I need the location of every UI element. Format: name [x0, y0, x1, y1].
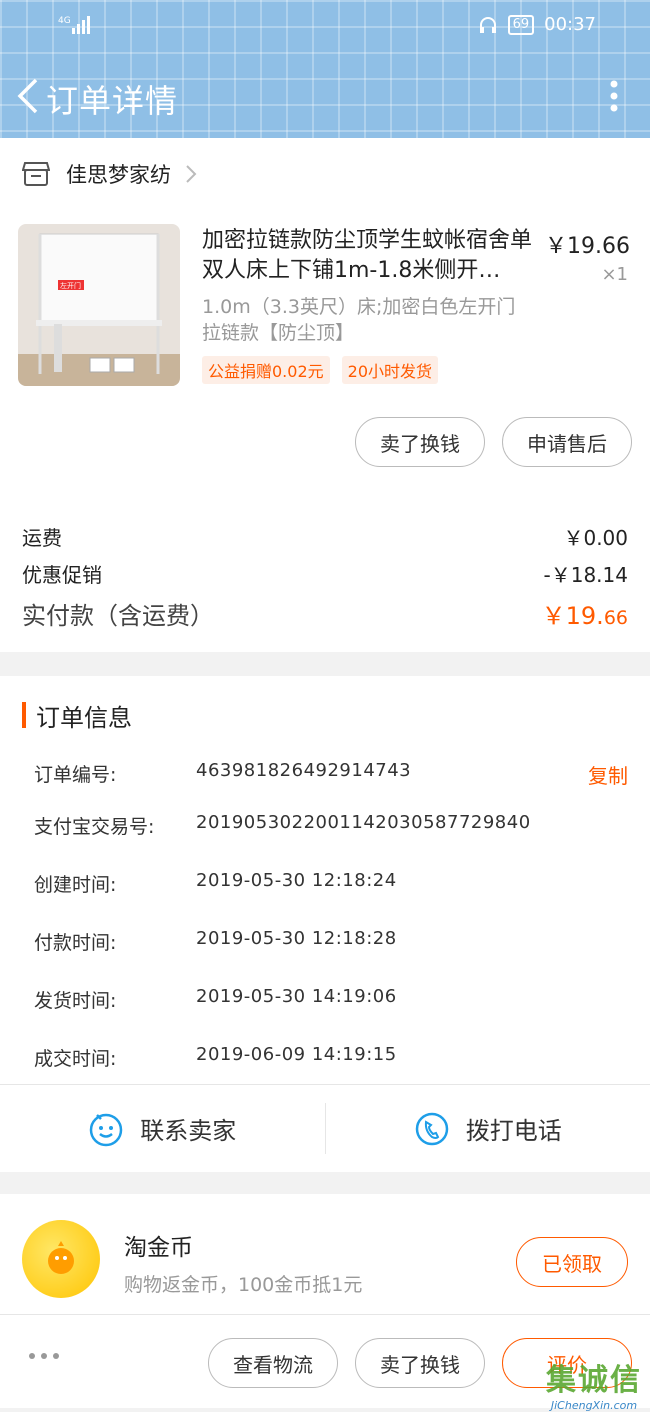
call-button[interactable]: 拨打电话 [326, 1085, 650, 1172]
product-price: ￥19.66 [545, 228, 630, 260]
shipping-value: ￥0.00 [563, 522, 628, 551]
accent-bar [22, 702, 26, 728]
headphones-icon [478, 16, 498, 34]
info-row-paid: 付款时间: 2019-05-30 12:18:28 [34, 928, 628, 958]
info-row-order-id: 订单编号: 463981826492914743 复制 [34, 760, 628, 790]
chat-icon [88, 1111, 124, 1147]
total-value: ￥19.66 [542, 596, 628, 631]
status-bar: 4G 69 00:37 [0, 12, 650, 40]
total-label: 实付款（含运费） [22, 596, 214, 631]
store-icon [22, 161, 50, 187]
shipping-label: 运费 [22, 522, 62, 551]
battery-indicator: 69 [508, 15, 535, 35]
bottom-action-bar: 查看物流 卖了换钱 评价 集诚信 JiChengXin.com [0, 1314, 650, 1408]
more-options-icon[interactable] [604, 76, 624, 116]
claimed-button[interactable]: 已领取 [516, 1237, 628, 1287]
back-arrow-icon[interactable] [14, 78, 42, 114]
signal-icon: 4G [58, 14, 98, 36]
copy-button[interactable]: 复制 [588, 760, 628, 789]
view-logistics-button[interactable]: 查看物流 [208, 1338, 338, 1388]
discount-row: 优惠促销 -￥18.14 [22, 559, 628, 588]
app-header: 4G 69 00:37 订单详情 [0, 0, 650, 138]
discount-value: -￥18.14 [544, 559, 628, 588]
product-spec: 1.0m（3.3英尺）床;加密白色左开门拉链款【防尘顶】 [202, 294, 532, 346]
sell-button-bottom[interactable]: 卖了换钱 [355, 1338, 485, 1388]
sell-button[interactable]: 卖了换钱 [355, 417, 485, 467]
shipping-tag: 20小时发货 [342, 356, 438, 384]
coin-title: 淘金币 [124, 1228, 193, 1262]
charity-tag: 公益捐赠0.02元 [202, 356, 330, 384]
info-row-shipped: 发货时间: 2019-05-30 14:19:06 [34, 986, 628, 1016]
svg-text:4G: 4G [58, 16, 71, 26]
nav-bar: 订单详情 [0, 72, 650, 120]
contact-bar: 联系卖家 拨打电话 [0, 1084, 650, 1172]
svg-text:左开门: 左开门 [60, 281, 81, 290]
contact-seller-button[interactable]: 联系卖家 [0, 1085, 325, 1172]
product-quantity: ×1 [601, 264, 628, 285]
product-name[interactable]: 加密拉链款防尘顶学生蚊帐宿舍单双人床上下铺1m-1.8米侧开… [202, 226, 534, 286]
section-title: 订单信息 [22, 700, 132, 730]
shop-link[interactable]: 佳思梦家纺 [22, 156, 197, 192]
shop-name: 佳思梦家纺 [66, 159, 171, 189]
bunk-bed-net-image: 左开门 [18, 224, 180, 386]
info-row-completed: 成交时间: 2019-06-09 14:19:15 [34, 1044, 628, 1074]
discount-label: 优惠促销 [22, 559, 102, 588]
coin-desc: 购物返金币，100金币抵1元 [124, 1270, 362, 1297]
more-actions-icon[interactable] [28, 1351, 60, 1361]
total-row: 实付款（含运费） ￥19.66 [22, 596, 628, 631]
signal-indicator: 4G [58, 14, 98, 41]
clock: 00:37 [544, 14, 596, 35]
after-sale-button[interactable]: 申请售后 [502, 417, 632, 467]
order-item-card: 佳思梦家纺 左开门 加密拉链款防尘顶学生蚊帐宿舍单双人床上下铺1m-1.8米侧开… [0, 138, 650, 652]
product-tags: 公益捐赠0.02元 20小时发货 [202, 356, 438, 384]
shipping-row: 运费 ￥0.00 [22, 522, 628, 551]
info-row-created: 创建时间: 2019-05-30 12:18:24 [34, 870, 628, 900]
product-image[interactable]: 左开门 [18, 224, 180, 386]
info-row-alipay-id: 支付宝交易号: 2019053022001142030587729840 [34, 812, 628, 842]
phone-icon [414, 1111, 450, 1147]
watermark: 集诚信 JiChengXin.com [546, 1355, 642, 1412]
chevron-right-icon [185, 164, 197, 184]
gold-coin-icon [22, 1220, 100, 1298]
page-title: 订单详情 [46, 76, 178, 122]
coin-card: 淘金币 购物返金币，100金币抵1元 已领取 [0, 1194, 650, 1314]
order-info-card: 订单信息 订单编号: 463981826492914743 复制 支付宝交易号:… [0, 676, 650, 1172]
